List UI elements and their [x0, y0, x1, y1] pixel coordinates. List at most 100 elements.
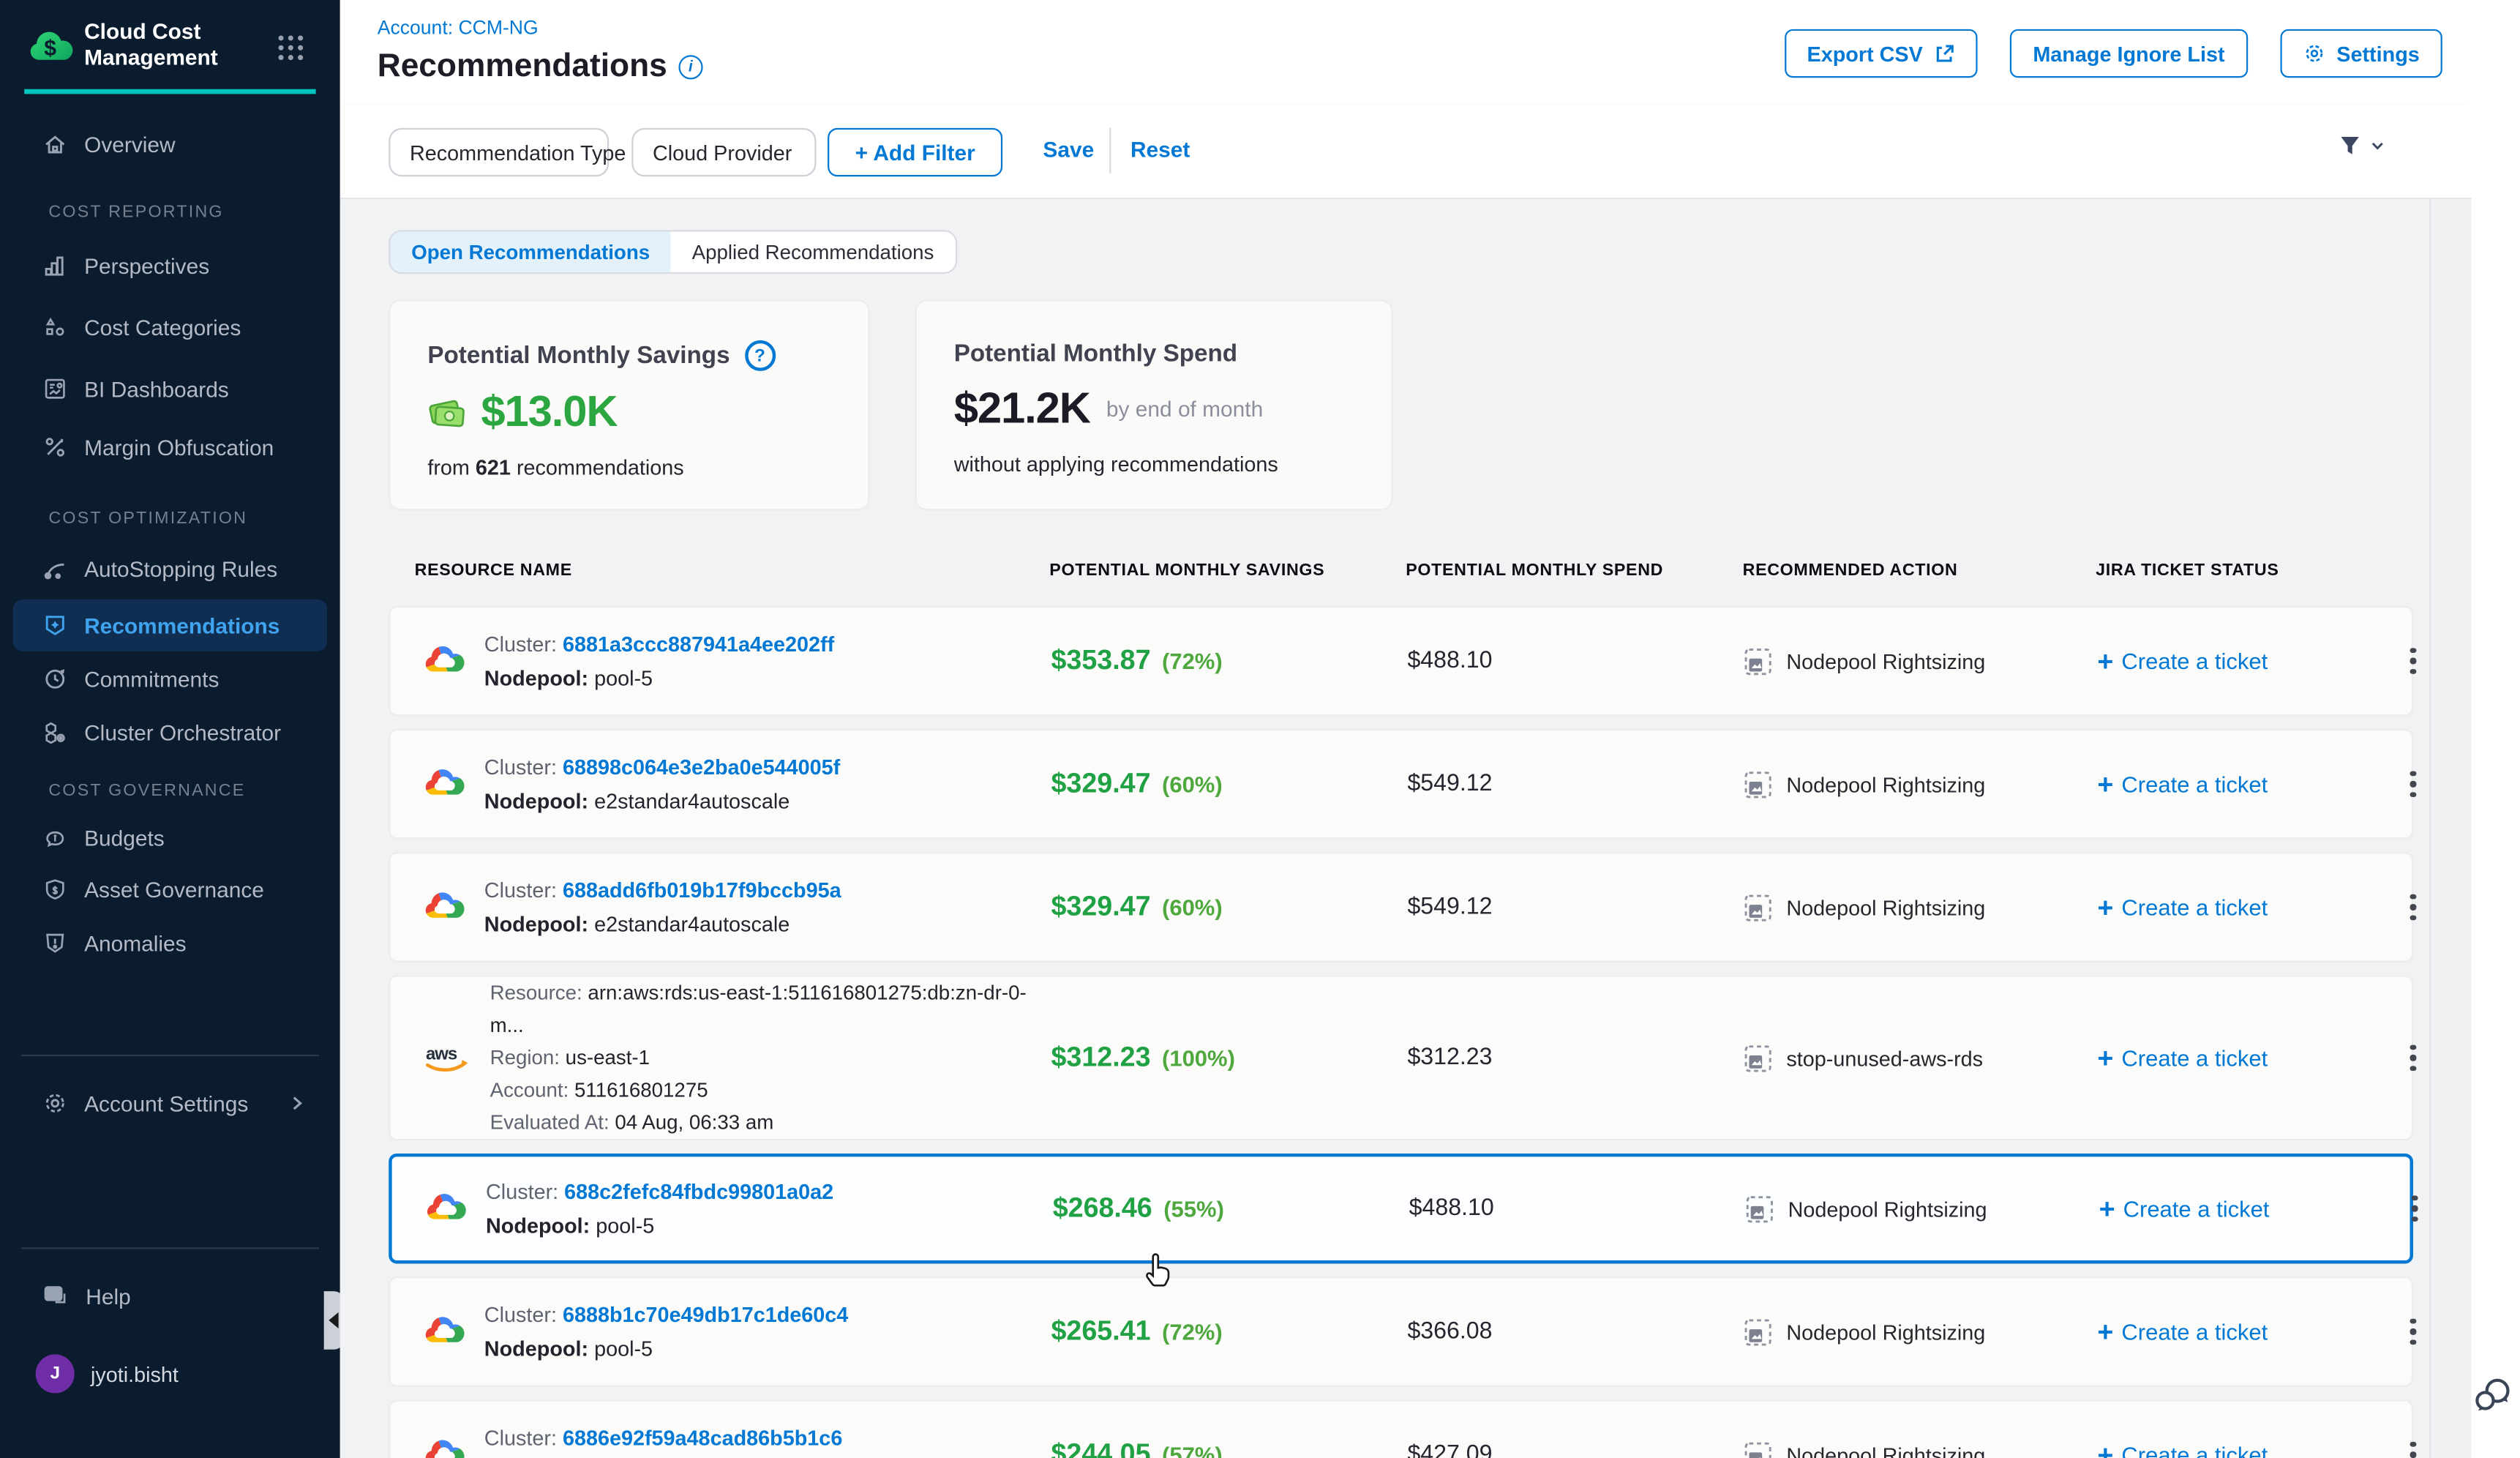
account-value: 511616801275 — [574, 1079, 708, 1102]
scrollbar-track[interactable] — [2429, 199, 2472, 1458]
cluster-id-link[interactable]: 6886e92f59a48cad86b5b1c6 — [563, 1426, 842, 1450]
settings-button[interactable]: Settings — [2280, 29, 2442, 78]
region-label: Region: — [490, 1047, 566, 1069]
create-ticket-button[interactable]: +Create a ticket — [2097, 1441, 2395, 1458]
create-ticket-label: Create a ticket — [2121, 1045, 2268, 1071]
breadcrumb-account-link[interactable]: Account: CCM-NG — [378, 16, 539, 39]
sidebar-item-recommendations[interactable]: Recommendations — [13, 599, 327, 651]
table-row[interactable]: Resource: arn:aws:rds:us-east-1:51161680… — [389, 975, 2413, 1140]
cloud-provider-dropdown[interactable]: Cloud Provider — [631, 128, 816, 176]
create-ticket-button[interactable]: +Create a ticket — [2099, 1195, 2397, 1222]
action-cell: Nodepool Rightsizing — [1746, 1195, 2099, 1222]
page-title: Recommendations i — [378, 48, 703, 86]
sidebar-item-account-settings[interactable]: Account Settings — [13, 1079, 327, 1127]
sidebar-item-commitments[interactable]: Commitments — [13, 654, 327, 703]
savings-count: 621 — [476, 455, 511, 479]
svg-text:$: $ — [44, 36, 56, 60]
action-label: Nodepool Rightsizing — [1786, 648, 1985, 673]
cluster-id-link[interactable]: 68898c064e3e2ba0e544005f — [563, 755, 840, 779]
action-cell: Nodepool Rightsizing — [1744, 770, 2098, 798]
table-row[interactable]: Cluster: 6881a3ccc887941a4ee202ff Nodepo… — [389, 606, 2413, 717]
settings-label: Settings — [2336, 41, 2420, 65]
gcp-logo-icon — [424, 1187, 467, 1230]
sidebar-item-perspectives[interactable]: Perspectives — [13, 242, 327, 290]
create-ticket-button[interactable]: +Create a ticket — [2097, 894, 2395, 921]
savings-sub-suffix: recommendations — [511, 455, 684, 479]
recommendations-icon — [42, 613, 68, 638]
spend-cell: $488.10 — [1409, 1195, 1746, 1221]
sidebar: $ Cloud Cost Management Overview COST RE… — [0, 0, 340, 1458]
create-ticket-button[interactable]: +Create a ticket — [2097, 647, 2395, 675]
action-label: Nodepool Rightsizing — [1786, 1443, 1985, 1458]
rightsizing-icon — [1744, 647, 1772, 675]
recommendation-type-dropdown[interactable]: Recommendation Type — [389, 128, 609, 176]
cluster-id-link[interactable]: 6881a3ccc887941a4ee202ff — [563, 632, 834, 656]
create-ticket-button[interactable]: + Create a ticket — [2097, 1044, 2395, 1072]
tab-applied-recommendations[interactable]: Applied Recommendations — [671, 232, 955, 272]
row-menu-kebab-icon[interactable] — [2401, 761, 2424, 807]
support-chat-icon[interactable] — [2472, 1374, 2514, 1416]
row-menu-kebab-icon[interactable] — [2401, 638, 2424, 684]
sidebar-item-anomalies[interactable]: Anomalies — [13, 919, 327, 967]
manage-ignore-list-label: Manage Ignore List — [2033, 41, 2224, 65]
help-question-icon[interactable]: ? — [744, 340, 775, 371]
save-filter-link[interactable]: Save — [1043, 138, 1094, 162]
cluster-id-link[interactable]: 6888b1c70e49db17c1de60c4 — [563, 1303, 848, 1327]
export-csv-button[interactable]: Export CSV — [1785, 29, 1979, 78]
autostopping-icon — [42, 556, 68, 581]
export-csv-label: Export CSV — [1807, 41, 1923, 65]
table-row-selected[interactable]: Cluster: 688c2fefc84fbdc99801a0a2 Nodepo… — [389, 1154, 2413, 1264]
row-menu-kebab-icon[interactable] — [2404, 1186, 2426, 1232]
table-row[interactable]: Cluster: 6886e92f59a48cad86b5b1c6 Nodepo… — [389, 1399, 2413, 1458]
add-filter-button[interactable]: + Add Filter — [828, 128, 1002, 176]
action-cell: Nodepool Rightsizing — [1744, 894, 2098, 921]
aws-logo-icon — [423, 1040, 470, 1076]
cluster-id-link[interactable]: 688c2fefc84fbdc99801a0a2 — [564, 1179, 833, 1203]
manage-ignore-list-button[interactable]: Manage Ignore List — [2010, 29, 2247, 78]
sidebar-item-autostopping-rules[interactable]: AutoStopping Rules — [13, 545, 327, 593]
chevron-right-icon — [288, 1095, 304, 1111]
cluster-id-link[interactable]: 688add6fb019b17f9bccb95a — [563, 878, 841, 902]
app-grid-icon[interactable] — [277, 34, 304, 61]
sidebar-item-cost-categories[interactable]: Cost Categories — [13, 303, 327, 351]
savings-amount: $265.41 — [1051, 1315, 1150, 1347]
spend-label-text: Potential Monthly Spend — [954, 340, 1237, 368]
row-menu-kebab-icon[interactable] — [2401, 1309, 2424, 1355]
plus-icon: + — [2097, 894, 2113, 921]
resource-cell: Cluster: 688add6fb019b17f9bccb95a Nodepo… — [390, 873, 1051, 941]
table-row[interactable]: Cluster: 6888b1c70e49db17c1de60c4 Nodepo… — [389, 1276, 2413, 1387]
filter-panel-toggle[interactable] — [2337, 132, 2385, 158]
row-menu-kebab-icon[interactable] — [2401, 884, 2424, 930]
sidebar-item-asset-governance[interactable]: Asset Governance — [13, 865, 327, 913]
sidebar-section-cost-optimization: COST OPTIMIZATION — [48, 509, 247, 528]
tab-open-recommendations[interactable]: Open Recommendations — [390, 232, 670, 272]
nodepool-label: Nodepool: — [484, 789, 594, 813]
table-row[interactable]: Cluster: 68898c064e3e2ba0e544005f Nodepo… — [389, 729, 2413, 840]
sidebar-accent-line — [24, 89, 315, 94]
savings-amount: $268.46 — [1053, 1192, 1152, 1225]
sidebar-item-overview[interactable]: Overview — [13, 120, 327, 168]
funnel-icon — [2337, 132, 2363, 158]
row-menu-kebab-icon[interactable] — [2401, 1035, 2424, 1081]
reset-filter-link[interactable]: Reset — [1130, 138, 1190, 162]
sidebar-item-cluster-orchestrator[interactable]: Cluster Orchestrator — [13, 708, 327, 756]
sidebar-item-budgets[interactable]: Budgets — [13, 813, 327, 861]
cluster-orchestrator-icon — [42, 719, 68, 745]
sidebar-item-bi-dashboards[interactable]: BI Dashboards — [13, 364, 327, 413]
action-cell: Nodepool Rightsizing — [1744, 1318, 2098, 1346]
plus-icon: + — [2097, 1044, 2113, 1072]
row-menu-kebab-icon[interactable] — [2401, 1432, 2424, 1458]
user-menu[interactable]: J jyoti.bisht — [13, 1350, 327, 1398]
resource-label: Resource: — [490, 982, 588, 1004]
spend-subtext: without applying recommendations — [954, 452, 1392, 476]
savings-percent: (72%) — [1162, 648, 1223, 673]
sidebar-header: $ Cloud Cost Management — [0, 0, 340, 91]
action-label: Nodepool Rightsizing — [1786, 1320, 1985, 1344]
info-icon[interactable]: i — [678, 55, 702, 79]
create-ticket-button[interactable]: +Create a ticket — [2097, 770, 2395, 798]
table-row[interactable]: Cluster: 688add6fb019b17f9bccb95a Nodepo… — [389, 852, 2413, 962]
sidebar-item-margin-obfuscation[interactable]: Margin Obfuscation — [13, 423, 327, 471]
sidebar-item-help[interactable]: ? Help — [13, 1272, 327, 1320]
create-ticket-button[interactable]: +Create a ticket — [2097, 1318, 2395, 1346]
plus-icon: + — [2099, 1195, 2115, 1222]
